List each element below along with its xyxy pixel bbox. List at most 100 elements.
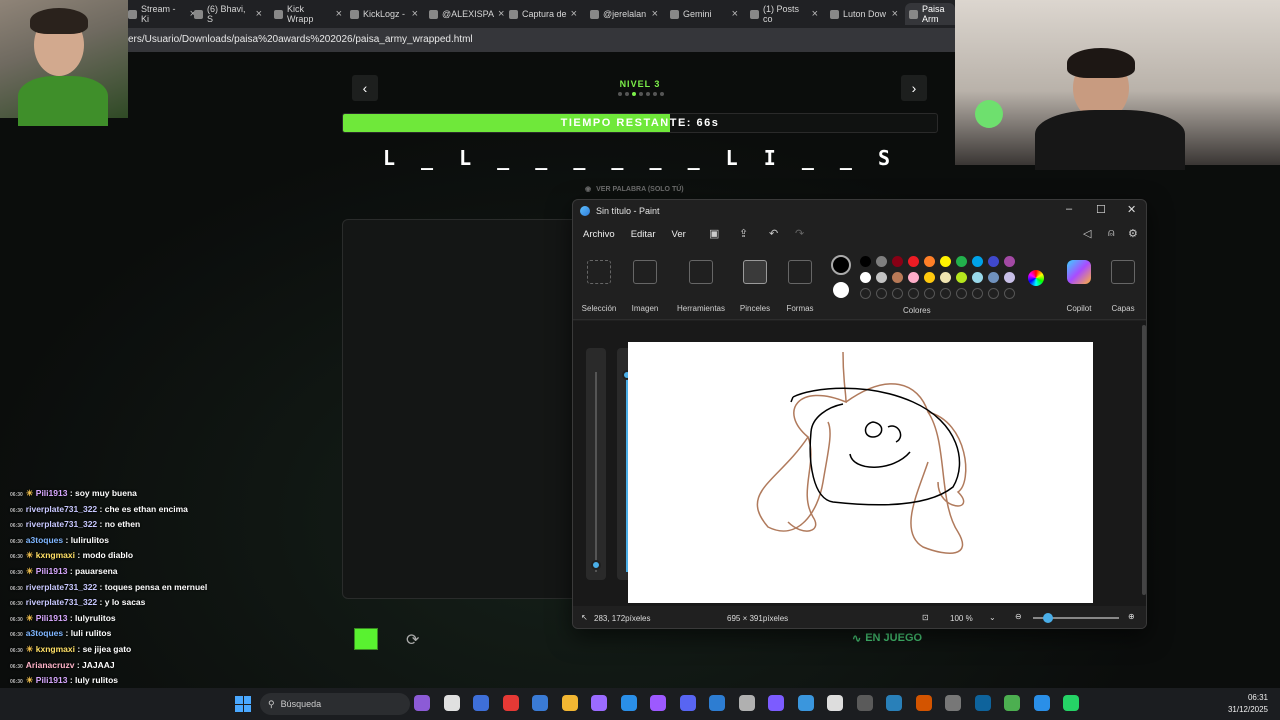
palette-swatch[interactable] [924, 256, 935, 267]
palette-swatch[interactable] [876, 256, 887, 267]
empty-swatch[interactable] [908, 288, 919, 299]
current-color-swatch[interactable] [354, 628, 378, 650]
save-icon[interactable]: ▣ [709, 227, 719, 240]
close-tab-icon[interactable]: × [652, 8, 658, 20]
taskbar-app-icon[interactable] [738, 695, 755, 711]
close-button[interactable]: ✕ [1127, 203, 1136, 216]
palette-swatch[interactable] [940, 256, 951, 267]
paint-window[interactable]: Sin título - Paint – ☐ ✕ Archivo Editar … [572, 199, 1147, 629]
chevron-down-icon[interactable]: ⌄ [989, 613, 996, 622]
tool-tools[interactable]: Herramientas [674, 254, 728, 313]
taskbar-app-icon[interactable] [620, 695, 637, 711]
close-tab-icon[interactable]: × [732, 8, 738, 20]
browser-tab[interactable]: (1) Posts co × [746, 3, 818, 25]
taskbar-app-icon[interactable] [915, 695, 932, 711]
person-icon[interactable]: ⍝ [1108, 227, 1115, 240]
palette-swatch[interactable] [892, 272, 903, 283]
taskbar-app-icon[interactable] [502, 695, 519, 711]
palette-swatch[interactable] [972, 256, 983, 267]
minimize-button[interactable]: – [1066, 203, 1072, 215]
taskbar-app-icon[interactable] [1063, 695, 1079, 711]
taskbar-app-icon[interactable] [414, 695, 430, 711]
comment-icon[interactable]: ◁ [1083, 227, 1091, 240]
palette-swatch[interactable] [1004, 272, 1015, 283]
palette-swatch[interactable] [908, 256, 919, 267]
fit-icon[interactable]: ⊡ [922, 613, 929, 622]
taskbar-app-icon[interactable] [856, 695, 873, 711]
taskbar-app-icon[interactable] [886, 695, 902, 711]
next-level-button[interactable]: › [901, 75, 927, 101]
close-tab-icon[interactable]: × [892, 8, 898, 20]
taskbar-app-icon[interactable] [532, 695, 548, 711]
taskbar-app-icon[interactable] [797, 695, 814, 711]
zoom-in-icon[interactable]: ⊕ [1128, 612, 1135, 621]
taskbar-app-icon[interactable] [650, 695, 666, 711]
browser-tab[interactable]: Captura de × [505, 3, 577, 25]
taskbar-app-icon[interactable] [679, 695, 696, 711]
gear-icon[interactable]: ⚙ [1128, 227, 1138, 240]
close-tab-icon[interactable]: × [571, 8, 577, 20]
empty-swatch[interactable] [956, 288, 967, 299]
empty-swatch[interactable] [876, 288, 887, 299]
taskbar-app-icon[interactable] [591, 695, 607, 711]
vertical-scrollbar[interactable] [1142, 325, 1146, 595]
slider-knob[interactable] [591, 560, 601, 570]
taskbar-app-icon[interactable] [945, 695, 961, 711]
browser-tab[interactable]: Paisa Arm [905, 3, 955, 25]
taskbar-search[interactable]: ⚲ Búsqueda [260, 693, 410, 715]
browser-tab[interactable]: Luton Dow × [826, 3, 898, 25]
browser-tab[interactable]: KickLogz - × [346, 3, 418, 25]
color-picker-icon[interactable] [1028, 270, 1044, 286]
taskbar-app-icon[interactable] [709, 695, 725, 711]
undo-icon[interactable]: ↶ [769, 227, 778, 240]
palette-swatch[interactable] [924, 272, 935, 283]
browser-tab[interactable]: Gemini × [666, 3, 738, 25]
palette-swatch[interactable] [940, 272, 951, 283]
empty-swatch[interactable] [988, 288, 999, 299]
paint-canvas[interactable] [628, 342, 1093, 603]
palette-swatch[interactable] [908, 272, 919, 283]
taskbar-app-icon[interactable] [768, 695, 784, 711]
taskbar-app-icon[interactable] [561, 695, 578, 711]
prev-level-button[interactable]: ‹ [352, 75, 378, 101]
taskbar-app-icon[interactable] [443, 695, 460, 711]
close-tab-icon[interactable]: × [498, 8, 504, 20]
close-tab-icon[interactable]: × [412, 8, 418, 20]
taskbar-app-icon[interactable] [1004, 695, 1020, 711]
paint-title-bar[interactable]: Sin título - Paint [573, 200, 1146, 222]
maximize-button[interactable]: ☐ [1096, 203, 1106, 216]
layers-button[interactable]: Capas [1097, 254, 1146, 313]
primary-color[interactable] [831, 255, 851, 275]
menu-editar[interactable]: Editar [631, 229, 656, 240]
brush-size-slider[interactable] [586, 348, 606, 580]
menu-archivo[interactable]: Archivo [583, 229, 615, 240]
empty-swatch[interactable] [860, 288, 871, 299]
taskbar-app-icon[interactable] [974, 695, 991, 711]
zoom-knob[interactable] [1043, 613, 1053, 623]
close-tab-icon[interactable]: × [256, 8, 262, 20]
empty-swatch[interactable] [892, 288, 903, 299]
palette-swatch[interactable] [876, 272, 887, 283]
empty-swatch[interactable] [940, 288, 951, 299]
palette-swatch[interactable] [972, 272, 983, 283]
taskbar-clock[interactable]: 06:31 31/12/2025 [1212, 692, 1268, 716]
secondary-color[interactable] [833, 282, 849, 298]
show-word-toggle[interactable]: ◉ VER PALABRA (SOLO TÚ) [585, 185, 684, 194]
browser-tab[interactable]: (6) Bhavi, S × [190, 3, 262, 25]
tool-image[interactable]: Imagen [619, 254, 671, 313]
empty-swatch[interactable] [1004, 288, 1015, 299]
close-tab-icon[interactable]: × [812, 8, 818, 20]
palette-swatch[interactable] [1004, 256, 1015, 267]
empty-swatch[interactable] [924, 288, 935, 299]
palette-swatch[interactable] [860, 256, 871, 267]
close-tab-icon[interactable]: × [336, 8, 342, 20]
palette-swatch[interactable] [988, 256, 999, 267]
palette-swatch[interactable] [956, 256, 967, 267]
redo-icon[interactable]: ↷ [795, 227, 804, 240]
palette-swatch[interactable] [892, 256, 903, 267]
taskbar-app-icon[interactable] [827, 695, 843, 711]
palette-swatch[interactable] [860, 272, 871, 283]
browser-tab[interactable]: Kick Wrapp × [270, 3, 342, 25]
browser-tab[interactable]: @jerelalan × [586, 3, 658, 25]
share-icon[interactable]: ⇪ [739, 227, 748, 240]
